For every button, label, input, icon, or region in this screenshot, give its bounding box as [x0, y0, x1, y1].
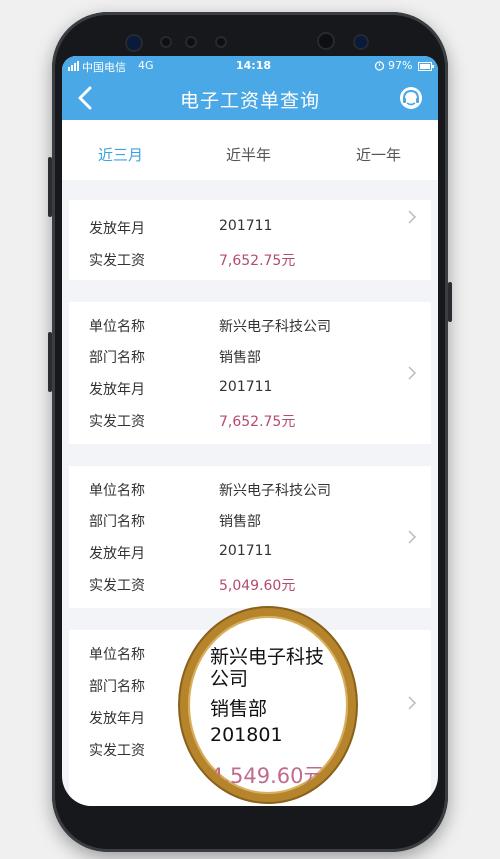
company-value: 新兴电子科技公司 [219, 483, 331, 499]
sensor-dot [215, 36, 227, 48]
magnified-issue-month: 201801 [210, 724, 283, 746]
net-pay-label: 实发工资 [89, 578, 145, 594]
magnified-department: 销售部 [210, 698, 268, 720]
magnifier-lens: 新兴电子科技 公司 销售部 201801 4,549.60元 [180, 608, 356, 802]
net-pay-label: 实发工资 [89, 743, 145, 759]
net-pay-value: 5,049.60元 [219, 578, 296, 594]
sensor-dot [160, 36, 172, 48]
volume-button [48, 157, 52, 217]
alarm-icon [374, 60, 385, 74]
period-tabs: 近三月 近半年 近一年 [62, 120, 438, 180]
status-bar: 中国电信 4G 14:18 97% [62, 56, 438, 76]
department-value: 销售部 [219, 350, 261, 366]
battery-icon [418, 61, 434, 74]
customer-service-icon[interactable] [398, 85, 424, 111]
issue-month-value: 201711 [219, 379, 273, 395]
magnified-company-line2: 公司 [210, 668, 249, 690]
iris-camera [353, 34, 369, 50]
front-camera [317, 32, 335, 50]
battery-percent: 97% [388, 59, 413, 72]
issue-month-value: 201711 [219, 218, 273, 234]
carrier-label: 中国电信 [82, 61, 126, 74]
net-pay-label: 实发工资 [89, 414, 145, 430]
tab-half-year[interactable]: 近半年 [226, 144, 271, 165]
company-label: 单位名称 [89, 319, 145, 335]
net-pay-value: 7,652.75元 [219, 414, 296, 430]
network-type: 4G [138, 59, 154, 72]
chevron-right-icon [408, 530, 417, 544]
page-title: 电子工资单查询 [179, 90, 320, 112]
payslip-card[interactable]: 单位名称 新兴电子科技公司 部门名称 销售部 发放年月 201711 实发工资 … [69, 466, 431, 608]
payslip-card[interactable]: 单位名称 新兴电子科技公司 部门名称 销售部 发放年月 201711 实发工资 … [69, 302, 431, 444]
issue-month-label: 发放年月 [89, 382, 145, 398]
iris-scanner [125, 34, 143, 52]
issue-month-value: 201711 [219, 543, 273, 559]
bixby-button [448, 282, 452, 322]
department-value: 销售部 [219, 514, 261, 530]
sensor-dot [185, 36, 197, 48]
issue-month-label: 发放年月 [89, 221, 145, 237]
issue-month-label: 发放年月 [89, 546, 145, 562]
chevron-right-icon [408, 696, 417, 710]
payslip-card[interactable]: 发放年月 201711 实发工资 7,652.75元 [69, 200, 431, 280]
chevron-right-icon [408, 210, 417, 224]
department-label: 部门名称 [89, 350, 145, 366]
company-label: 单位名称 [89, 483, 145, 499]
tab-one-year[interactable]: 近一年 [356, 144, 401, 165]
clock: 14:18 [236, 59, 272, 72]
app-header: 电子工资单查询 [62, 76, 438, 120]
issue-month-label: 发放年月 [89, 711, 145, 727]
company-label: 单位名称 [89, 647, 145, 663]
power-button [48, 332, 52, 392]
department-label: 部门名称 [89, 679, 145, 695]
chevron-right-icon [408, 366, 417, 380]
magnified-net-pay: 4,549.60元 [210, 764, 325, 788]
signal-icon [68, 61, 80, 71]
net-pay-value: 7,652.75元 [219, 253, 296, 269]
company-value: 新兴电子科技公司 [219, 319, 331, 335]
department-label: 部门名称 [89, 514, 145, 530]
tab-three-months[interactable]: 近三月 [98, 144, 143, 165]
net-pay-label: 实发工资 [89, 253, 145, 269]
